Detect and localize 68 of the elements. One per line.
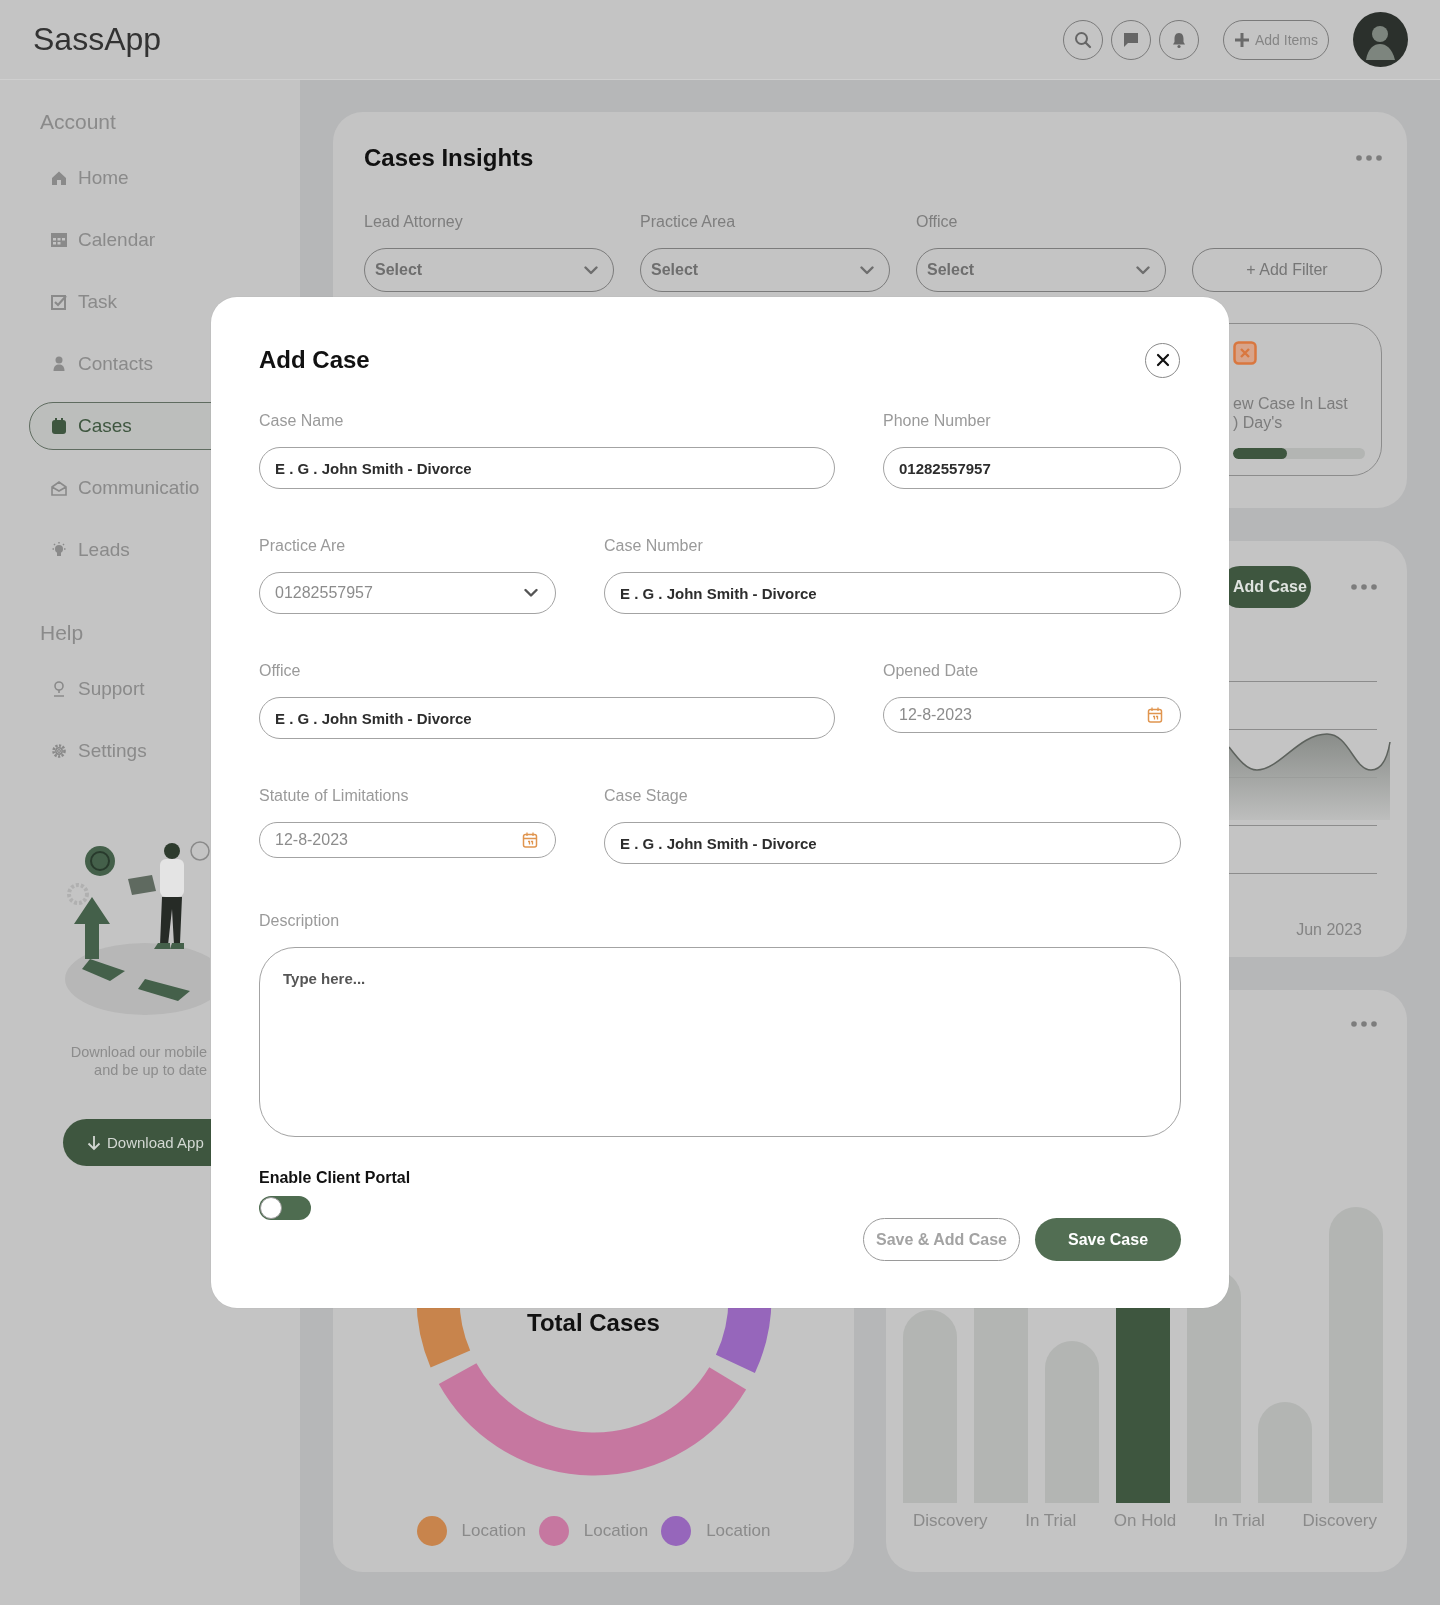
search-icon — [1074, 30, 1092, 49]
bar-label: Discovery — [913, 1511, 988, 1531]
toggle-switch[interactable] — [259, 1196, 311, 1220]
text-field[interactable]: E . G . John Smith - Divorce — [604, 822, 1181, 864]
envelope-icon — [50, 479, 68, 497]
chevron-down-icon — [1136, 265, 1150, 275]
x-square-icon — [1233, 341, 1257, 365]
checkbox-icon — [50, 293, 68, 311]
calendar-icon — [50, 417, 68, 435]
stat-label: ew Case In Last ) Day's — [1233, 394, 1349, 432]
legend-label: Location — [461, 1521, 526, 1541]
chevron-down-icon — [524, 588, 538, 598]
text-field[interactable]: E . G . John Smith - Divorce — [604, 572, 1181, 614]
legend-label: Location — [706, 1521, 771, 1541]
chevron-down-icon — [584, 265, 598, 275]
text-field[interactable]: E . G . John Smith - Divorce — [259, 447, 835, 489]
sidebar-item[interactable]: Home — [29, 154, 269, 202]
field-label: Statute of Limitations — [259, 786, 409, 806]
home-icon — [50, 169, 68, 187]
more-icon[interactable] — [1351, 584, 1377, 590]
field-label: Office — [259, 661, 301, 681]
bar-label: In Trial — [1025, 1511, 1077, 1531]
toggle-label: Enable Client Portal — [259, 1168, 411, 1188]
bell-icon — [1170, 30, 1188, 49]
lightbulb-icon — [50, 541, 68, 559]
close-icon — [1155, 353, 1170, 367]
dialog-title: Add Case — [259, 346, 370, 374]
text-field[interactable]: E . G . John Smith - Divorce — [259, 697, 835, 739]
save-and-add-button[interactable]: Save & Add Case — [863, 1218, 1020, 1261]
chart-title: Total Cases — [527, 1311, 660, 1335]
save-button[interactable]: Save Case — [1035, 1218, 1181, 1261]
section-heading: Account — [39, 110, 117, 134]
field-label: Practice Are — [259, 536, 346, 556]
plus-icon — [1234, 31, 1250, 48]
date-field[interactable]: 12-8-2023 — [259, 822, 556, 858]
bar-label: In Trial — [1213, 1511, 1265, 1531]
settings-icon — [50, 742, 68, 760]
field-label: Case Number — [604, 536, 703, 556]
close-button[interactable] — [1145, 342, 1180, 378]
sidebar-item[interactable]: Calendar — [29, 216, 269, 264]
field-label: Phone Number — [883, 411, 991, 431]
more-icon[interactable] — [1351, 1021, 1377, 1027]
text-field[interactable]: 01282557957 — [883, 447, 1181, 489]
date-field[interactable]: 12-8-2023 — [883, 697, 1181, 733]
calendar-icon[interactable] — [1147, 706, 1163, 724]
chat-icon — [1122, 30, 1140, 49]
chevron-down-icon — [860, 265, 874, 275]
axis-label: Jun 2023 — [1296, 920, 1363, 940]
filter-label: Office — [916, 212, 959, 232]
field-label: Case Stage — [604, 786, 688, 806]
field-label: Opened Date — [883, 661, 979, 681]
more-icon[interactable] — [1356, 155, 1382, 161]
section-heading: Help — [39, 621, 85, 645]
calendar-icon[interactable] — [522, 831, 538, 849]
bar-label: On Hold — [1113, 1511, 1177, 1531]
bar-label: Discovery — [1302, 1511, 1377, 1531]
calendar-icon — [50, 231, 68, 249]
app-logo[interactable]: SassApp — [33, 21, 162, 58]
filter-label: Practice Area — [640, 212, 737, 232]
filter-label: Lead Attorney — [364, 212, 464, 232]
avatar[interactable] — [1353, 12, 1408, 67]
arrow-down-icon — [87, 1134, 101, 1151]
dropdown-field[interactable]: 01282557957 — [259, 572, 556, 614]
legend-label: Location — [583, 1521, 649, 1541]
field-label: Description — [259, 911, 340, 931]
card-title: Cases Insights — [364, 144, 534, 172]
description-field[interactable]: Type here... — [259, 947, 1181, 1137]
sidebar-item[interactable]: Task — [29, 278, 269, 326]
